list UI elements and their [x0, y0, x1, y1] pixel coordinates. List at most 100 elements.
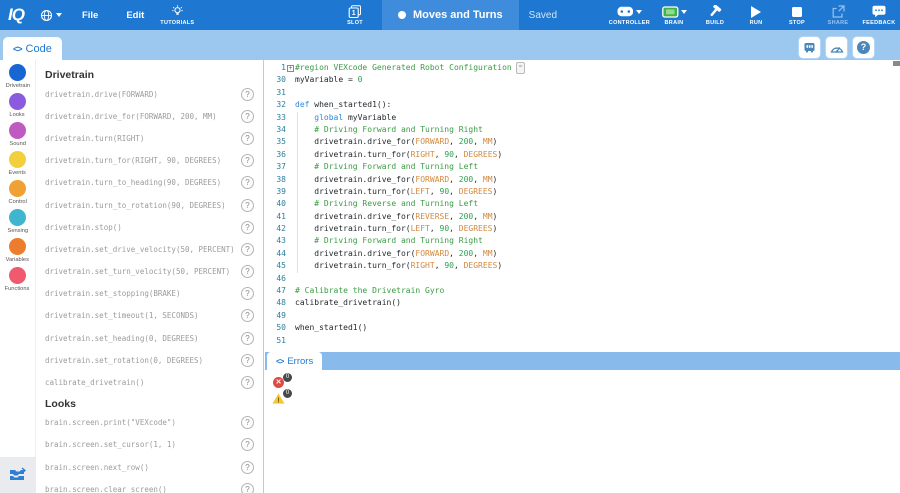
command-help-button[interactable]: ?: [241, 483, 254, 493]
palette-command-row[interactable]: drivetrain.set_heading(0, DEGREES)?: [36, 327, 263, 349]
run-button[interactable]: RUN: [739, 0, 773, 30]
folded-region-ellipsis[interactable]: ⋯: [516, 62, 526, 74]
menu-file[interactable]: File: [68, 10, 112, 21]
command-help-button[interactable]: ?: [241, 265, 254, 278]
rail-item-variables[interactable]: Variables: [0, 238, 35, 267]
rail-item-control[interactable]: Control: [0, 180, 35, 209]
editor-line[interactable]: 41 drivetrain.drive_for(REVERSE, 200, MM…: [265, 211, 900, 223]
editor-line[interactable]: 47# Calibrate the Drivetrain Gyro: [265, 285, 900, 297]
command-help-button[interactable]: ?: [241, 154, 254, 167]
editor-line[interactable]: 35 drivetrain.drive_for(FORWARD, 200, MM…: [265, 136, 900, 148]
slot-button[interactable]: 1 SLOT: [338, 0, 372, 30]
rail-item-drivetrain[interactable]: Drivetrain: [0, 64, 35, 93]
palette-command-row[interactable]: drivetrain.turn_to_rotation(90, DEGREES)…: [36, 194, 263, 216]
palette-command-text: drivetrain.drive_for(FORWARD, 200, MM): [45, 112, 217, 121]
share-button[interactable]: SHARE: [821, 0, 855, 30]
tutorials-button[interactable]: TUTORIALS: [160, 0, 194, 30]
editor-line[interactable]: 31: [265, 87, 900, 99]
editor-line[interactable]: 48calibrate_drivetrain(): [265, 297, 900, 309]
palette-command-row[interactable]: drivetrain.turn(RIGHT)?: [36, 127, 263, 149]
project-name-button[interactable]: Moves and Turns: [382, 0, 519, 30]
share-label: SHARE: [828, 20, 849, 26]
editor-line[interactable]: 50when_started1(): [265, 322, 900, 334]
editor-line[interactable]: 46: [265, 273, 900, 285]
command-palette: Drivetraindrivetrain.drive(FORWARD)?driv…: [36, 60, 264, 493]
palette-command-row[interactable]: calibrate_drivetrain()?: [36, 371, 263, 393]
editor-line[interactable]: 43 # Driving Forward and Turning Right: [265, 235, 900, 247]
editor-line[interactable]: 42 drivetrain.turn_for(LEFT, 90, DEGREES…: [265, 223, 900, 235]
editor-line[interactable]: 32def when_started1():: [265, 99, 900, 111]
editor-line[interactable]: 49: [265, 310, 900, 322]
help-button[interactable]: ?: [853, 37, 874, 58]
command-help-button[interactable]: ?: [241, 88, 254, 101]
rail-item-events[interactable]: Events: [0, 151, 35, 180]
editor-line[interactable]: 45 drivetrain.turn_for(RIGHT, 90, DEGREE…: [265, 260, 900, 272]
editor-line[interactable]: 44 drivetrain.drive_for(FORWARD, 200, MM…: [265, 248, 900, 260]
feedback-button[interactable]: FEEDBACK: [862, 0, 896, 30]
line-number: 30: [265, 74, 286, 86]
language-selector[interactable]: [34, 9, 68, 22]
code-text: drivetrain.turn_for(LEFT, 90, DEGREES): [295, 186, 497, 198]
palette-command-row[interactable]: drivetrain.set_drive_velocity(50, PERCEN…: [36, 238, 263, 260]
command-help-button[interactable]: ?: [241, 199, 254, 212]
command-help-button[interactable]: ?: [241, 221, 254, 234]
line-number: 43: [265, 235, 286, 247]
editor-line[interactable]: 34 # Driving Forward and Turning Right: [265, 124, 900, 136]
palette-command-row[interactable]: drivetrain.stop()?: [36, 216, 263, 238]
command-help-button[interactable]: ?: [241, 416, 254, 429]
rail-item-label: Sensing: [7, 228, 28, 234]
palette-command-row[interactable]: drivetrain.set_timeout(1, SECONDS)?: [36, 305, 263, 327]
palette-command-row[interactable]: drivetrain.set_stopping(BRAKE)?: [36, 283, 263, 305]
editor-line[interactable]: 38 drivetrain.drive_for(FORWARD, 200, MM…: [265, 174, 900, 186]
menu-edit[interactable]: Edit: [112, 10, 158, 21]
brain-button[interactable]: BRAIN: [657, 0, 691, 30]
command-help-button[interactable]: ?: [241, 309, 254, 322]
command-help-button[interactable]: ?: [241, 376, 254, 389]
palette-command-row[interactable]: brain.screen.next_row()?: [36, 456, 263, 478]
device-info-button[interactable]: [799, 37, 820, 58]
rail-item-functions[interactable]: Functions: [0, 267, 35, 296]
palette-command-row[interactable]: drivetrain.drive_for(FORWARD, 200, MM)?: [36, 105, 263, 127]
editor-line[interactable]: 1+#region VEXcode Generated Robot Config…: [265, 62, 900, 74]
tutorials-label: TUTORIALS: [160, 20, 194, 26]
command-help-button[interactable]: ?: [241, 243, 254, 256]
editor-line[interactable]: 36 drivetrain.turn_for(RIGHT, 90, DEGREE…: [265, 149, 900, 161]
palette-command-row[interactable]: drivetrain.turn_for(RIGHT, 90, DEGREES)?: [36, 150, 263, 172]
tab-code[interactable]: <> Code: [3, 37, 62, 60]
code-editor[interactable]: 1+#region VEXcode Generated Robot Config…: [265, 60, 900, 352]
command-help-button[interactable]: ?: [241, 332, 254, 345]
command-help-button[interactable]: ?: [241, 354, 254, 367]
palette-command-row[interactable]: drivetrain.set_rotation(0, DEGREES)?: [36, 349, 263, 371]
editor-line[interactable]: 51: [265, 335, 900, 347]
rail-item-sound[interactable]: Sound: [0, 122, 35, 151]
command-help-button[interactable]: ?: [241, 132, 254, 145]
command-help-button[interactable]: ?: [241, 438, 254, 451]
command-help-button[interactable]: ?: [241, 287, 254, 300]
switch-to-blocks-button[interactable]: [0, 457, 36, 493]
editor-line[interactable]: 37 # Driving Forward and Turning Left: [265, 161, 900, 173]
fold-expand-icon[interactable]: +: [287, 65, 294, 72]
palette-command-row[interactable]: brain.screen.set_cursor(1, 1)?: [36, 434, 263, 456]
controller-button[interactable]: CONTROLLER: [609, 0, 650, 30]
palette-command-row[interactable]: drivetrain.set_turn_velocity(50, PERCENT…: [36, 261, 263, 283]
rail-item-sensing[interactable]: Sensing: [0, 209, 35, 238]
command-help-button[interactable]: ?: [241, 176, 254, 189]
editor-line[interactable]: 30myVariable = 0: [265, 74, 900, 86]
device-info-icon: [803, 41, 816, 54]
editor-scrollbar[interactable]: [893, 61, 900, 66]
build-button[interactable]: BUILD: [698, 0, 732, 30]
command-help-button[interactable]: ?: [241, 110, 254, 123]
editor-line[interactable]: 40 # Driving Reverse and Turning Left: [265, 198, 900, 210]
stop-button[interactable]: STOP: [780, 0, 814, 30]
rail-item-looks[interactable]: Looks: [0, 93, 35, 122]
feedback-label: FEEDBACK: [863, 20, 896, 26]
dashboard-button[interactable]: [826, 37, 847, 58]
palette-command-row[interactable]: brain.screen.clear_screen()?: [36, 478, 263, 493]
palette-command-row[interactable]: drivetrain.turn_to_heading(90, DEGREES)?: [36, 172, 263, 194]
palette-command-row[interactable]: brain.screen.print("VEXcode")?: [36, 412, 263, 434]
editor-line[interactable]: 39 drivetrain.turn_for(LEFT, 90, DEGREES…: [265, 186, 900, 198]
tab-errors[interactable]: <> Errors: [267, 352, 322, 370]
palette-command-row[interactable]: drivetrain.drive(FORWARD)?: [36, 83, 263, 105]
command-help-button[interactable]: ?: [241, 461, 254, 474]
editor-line[interactable]: 33 global myVariable: [265, 112, 900, 124]
